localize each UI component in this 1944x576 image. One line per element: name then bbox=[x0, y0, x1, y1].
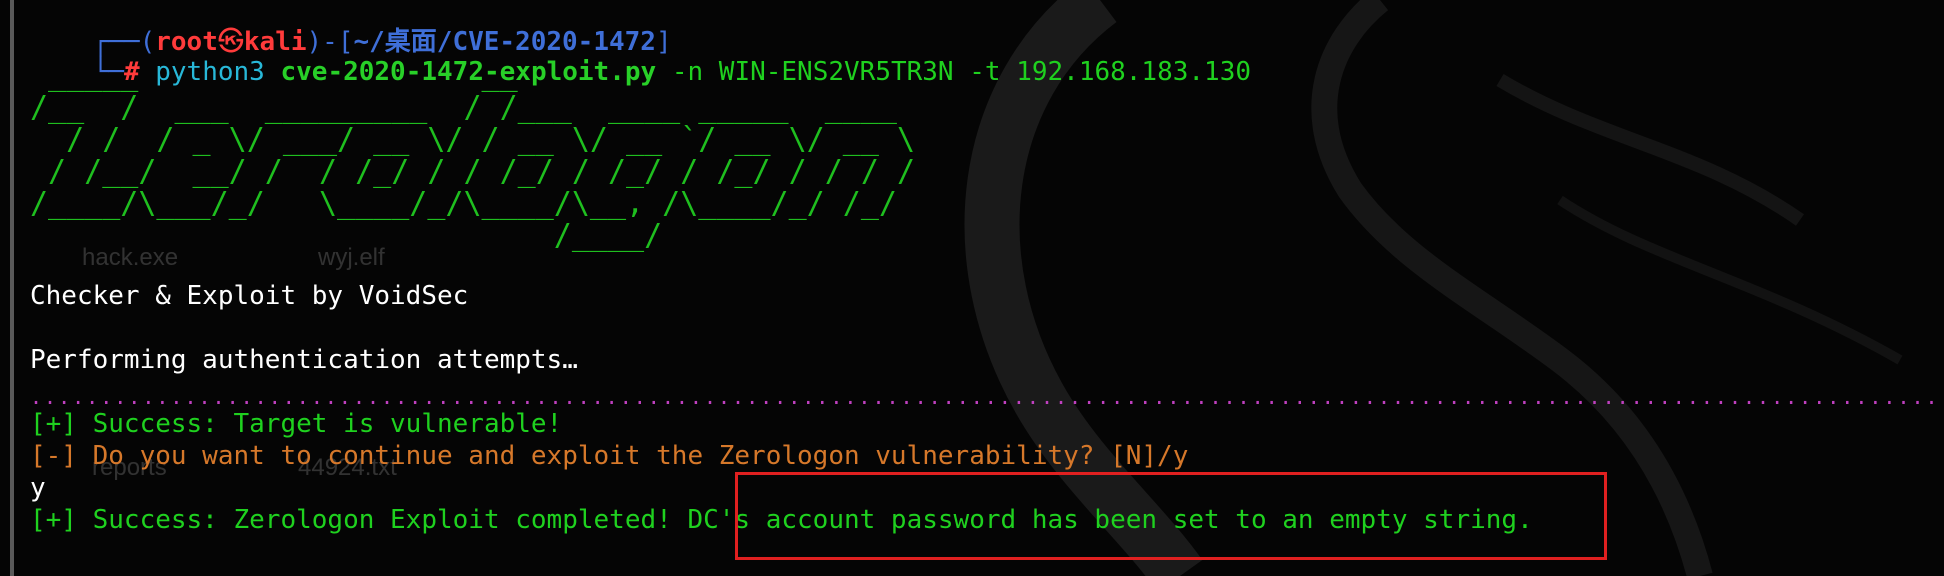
progress-dots: ........................................… bbox=[30, 390, 1944, 404]
user-answer-line: y bbox=[30, 473, 46, 503]
prompt-line: ┌──(root㉿kali)-[~/桌面/CVE-2020-1472] bbox=[30, 0, 672, 57]
zerologon-ascii-banner: _____ __ /__ / ___ _________ / /___ ____… bbox=[30, 58, 916, 253]
terminal-window[interactable]: hack.exe wyj.elf reports 44924.txt ┌──(r… bbox=[0, 0, 1944, 576]
red-highlight-box bbox=[735, 472, 1607, 560]
exploit-question-line: [-] Do you want to continue and exploit … bbox=[30, 441, 1189, 471]
credit-line: Checker & Exploit by VoidSec bbox=[30, 281, 469, 311]
command-line[interactable]: └─# python3 cve-2020-1472-exploit.py -n … bbox=[30, 24, 1251, 87]
performing-line: Performing authentication attempts… bbox=[30, 345, 578, 375]
success-vulnerable-line: [+] Success: Target is vulnerable! bbox=[30, 409, 563, 439]
window-left-border bbox=[10, 0, 14, 576]
